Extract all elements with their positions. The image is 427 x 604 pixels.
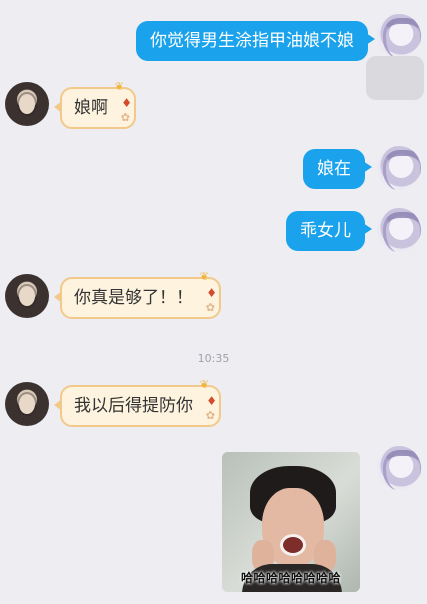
chat-area: 你觉得男生涂指甲油娘不娘 娘啊 ❦ ♦ ✿ 娘在 乖女儿 你真是够了！！ ❦ ♦… [0, 0, 427, 604]
message-bubble-friend[interactable]: 娘啊 ❦ ♦ ✿ [54, 81, 136, 129]
message-bubble-friend[interactable]: 我以后得提防你 ❦ ♦ ✿ [54, 379, 221, 427]
message-bubble-mine[interactable]: 娘在 [303, 149, 372, 189]
tag-icon: ♦ [206, 394, 217, 408]
image-caption: 哈哈哈哈哈哈哈哈 [240, 571, 341, 585]
message-text: 娘在 [317, 159, 351, 179]
message-bubble-mine[interactable]: 乖女儿 [286, 211, 372, 251]
leaf-icon: ❦ [199, 270, 209, 283]
leaf-icon: ❦ [199, 378, 209, 391]
timestamp: 10:35 [197, 352, 230, 365]
my-avatar-icon[interactable] [377, 146, 421, 190]
my-avatar-icon[interactable] [377, 14, 421, 58]
message-text: 你觉得男生涂指甲油娘不娘 [150, 31, 354, 51]
message-text: 我以后得提防你 [74, 396, 193, 416]
flower-icon: ✿ [205, 409, 215, 422]
friend-avatar-icon[interactable] [5, 82, 49, 126]
tag-icon: ♦ [206, 286, 217, 300]
flower-icon: ✿ [120, 111, 130, 124]
image-message[interactable]: 哈哈哈哈哈哈哈哈 [222, 452, 360, 592]
friend-avatar-icon[interactable] [5, 274, 49, 318]
message-bubble-friend[interactable]: 你真是够了！！ ❦ ♦ ✿ [54, 271, 221, 319]
message-text: 娘啊 [74, 98, 108, 118]
tag-icon: ♦ [121, 96, 132, 110]
friend-avatar-icon[interactable] [5, 382, 49, 426]
message-text: 乖女儿 [300, 221, 351, 241]
my-avatar-icon[interactable] [377, 446, 421, 490]
my-avatar-icon[interactable] [377, 208, 421, 252]
leaf-icon: ❦ [114, 80, 124, 93]
message-bubble-mine[interactable]: 你觉得男生涂指甲油娘不娘 [136, 21, 375, 61]
flower-icon: ✿ [205, 301, 215, 314]
image-placeholder [366, 56, 424, 100]
photo-mouth [280, 534, 306, 556]
message-text: 你真是够了！！ [74, 288, 193, 308]
